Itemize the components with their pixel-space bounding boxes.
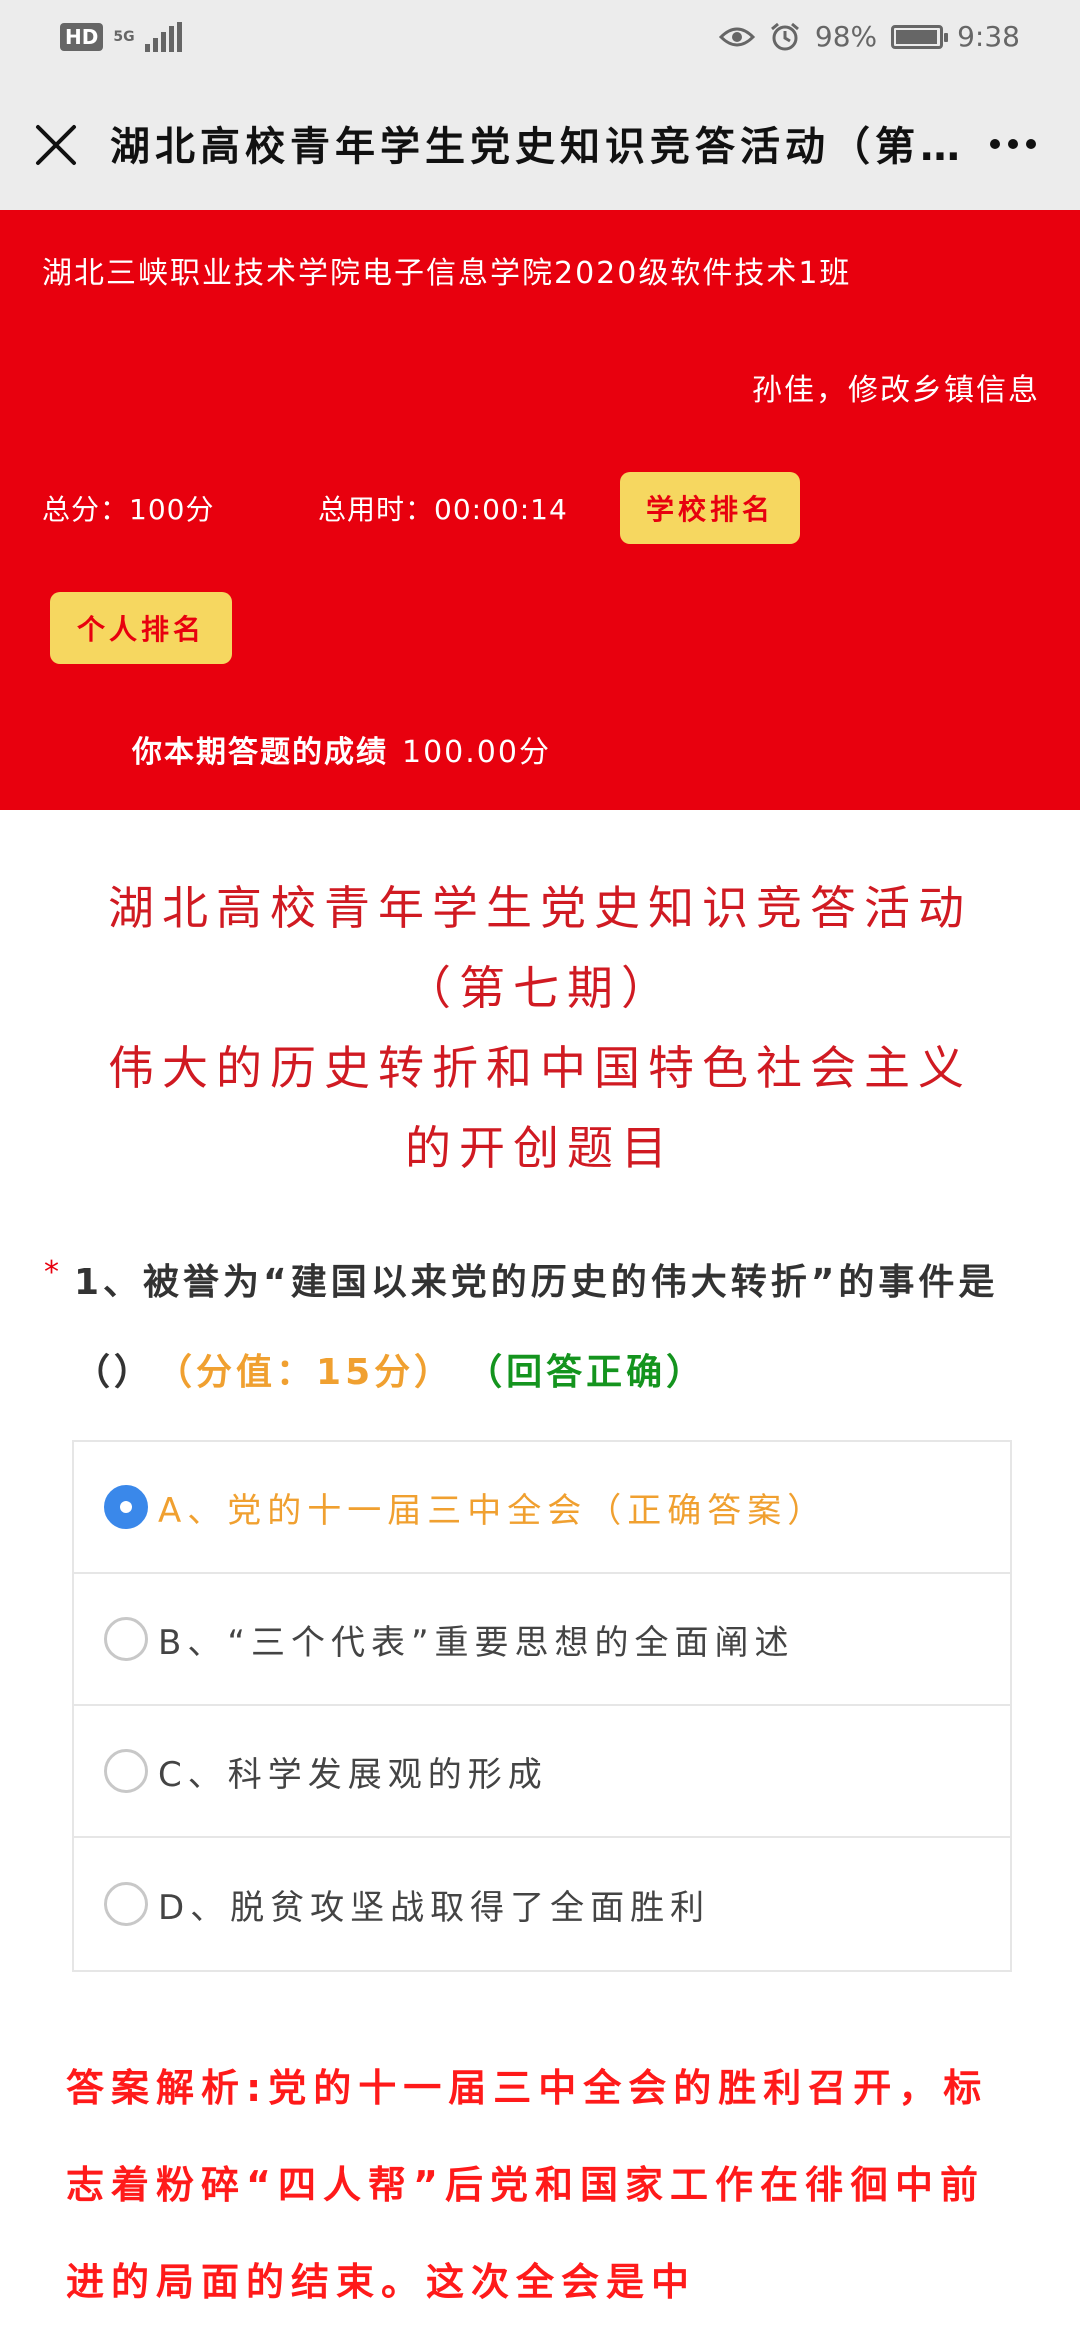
radio-button[interactable] [104,1882,148,1926]
edit-town-info-link[interactable]: 孙佳，修改乡镇信息 [752,365,1040,409]
result-line: 你本期答题的成绩 100.00分 [132,727,551,771]
battery-percent: 98% [814,20,878,53]
close-icon [36,125,76,165]
alarm-icon [770,22,799,50]
option-label: C、科学发展观的形成 [158,1754,548,1795]
result-label: 你本期答题的成绩 [132,735,388,770]
signal-icon [144,22,182,52]
close-button[interactable] [26,115,86,175]
option-c[interactable]: C、科学发展观的形成 [74,1706,1010,1838]
required-marker: * [44,1255,59,1290]
more-icon [990,139,1000,149]
status-right: 98% 9:38 [718,20,1020,53]
title-bar: 湖北高校青年学生党史知识竞答活动（第… [0,80,1080,210]
quiz-title: 湖北高校青年学生党史知识竞答活动 （第七期） 伟大的历史转折和中国特色社会主义 … [40,868,1040,1188]
total-score: 总分：100分 [42,493,215,526]
question-points: （分值：15分） [174,1352,455,1393]
option-label: A、党的十一届三中全会（正确答案） [158,1490,828,1531]
quiz-title-line: 的开创题目 [405,1121,675,1175]
answer-status: （回答正确） [484,1352,707,1393]
hd-badge: HD [60,23,104,51]
result-score: 100.00分 [402,735,551,770]
clock: 9:38 [957,20,1020,53]
page-title: 湖北高校青年学生党史知识竞答活动（第… [110,124,965,170]
quiz-title-line: 湖北高校青年学生党史知识竞答活动 [108,881,972,935]
eye-icon [718,27,755,46]
status-left: HD 5G [60,22,182,52]
quiz-title-line: （第七期） [405,961,675,1015]
question: 1、被誉为“建国以来党的历史的伟大转折”的事件是（） （分值：15分） （回答正确） [74,1238,1014,1418]
school-rank-button[interactable]: 学校排名 [620,472,800,544]
quiz-title-line: 伟大的历史转折和中国特色社会主义 [108,1041,972,1095]
answer-options: A、党的十一届三中全会（正确答案） B、“三个代表”重要思想的全面阐述 C、科学… [72,1440,1012,1972]
radio-button-checked[interactable] [104,1485,148,1529]
option-label: B、“三个代表”重要思想的全面阐述 [158,1622,795,1663]
school-info: 湖北三峡职业技术学院电子信息学院2020级软件技术1班 [42,256,852,291]
result-header: 湖北三峡职业技术学院电子信息学院2020级软件技术1班 孙佳，修改乡镇信息 总分… [0,210,1080,810]
radio-button[interactable] [104,1617,148,1661]
option-d[interactable]: D、脱贫攻坚战取得了全面胜利 [74,1838,1010,1970]
option-label: D、脱贫攻坚战取得了全面胜利 [158,1887,711,1928]
battery-icon [891,24,949,49]
status-bar: HD 5G 98% 9:38 [0,0,1080,80]
radio-button[interactable] [104,1749,148,1793]
personal-rank-button[interactable]: 个人排名 [50,592,232,664]
network-type: 5G [113,29,135,45]
more-button[interactable] [990,124,1050,164]
total-time: 总用时：00:00:14 [318,493,568,526]
option-a[interactable]: A、党的十一届三中全会（正确答案） [74,1442,1010,1574]
answer-analysis: 答案解析:党的十一届三中全会的胜利召开，标志着粉碎“四人帮”后党和国家工作在徘徊… [66,2066,989,2304]
option-b[interactable]: B、“三个代表”重要思想的全面阐述 [74,1574,1010,1706]
